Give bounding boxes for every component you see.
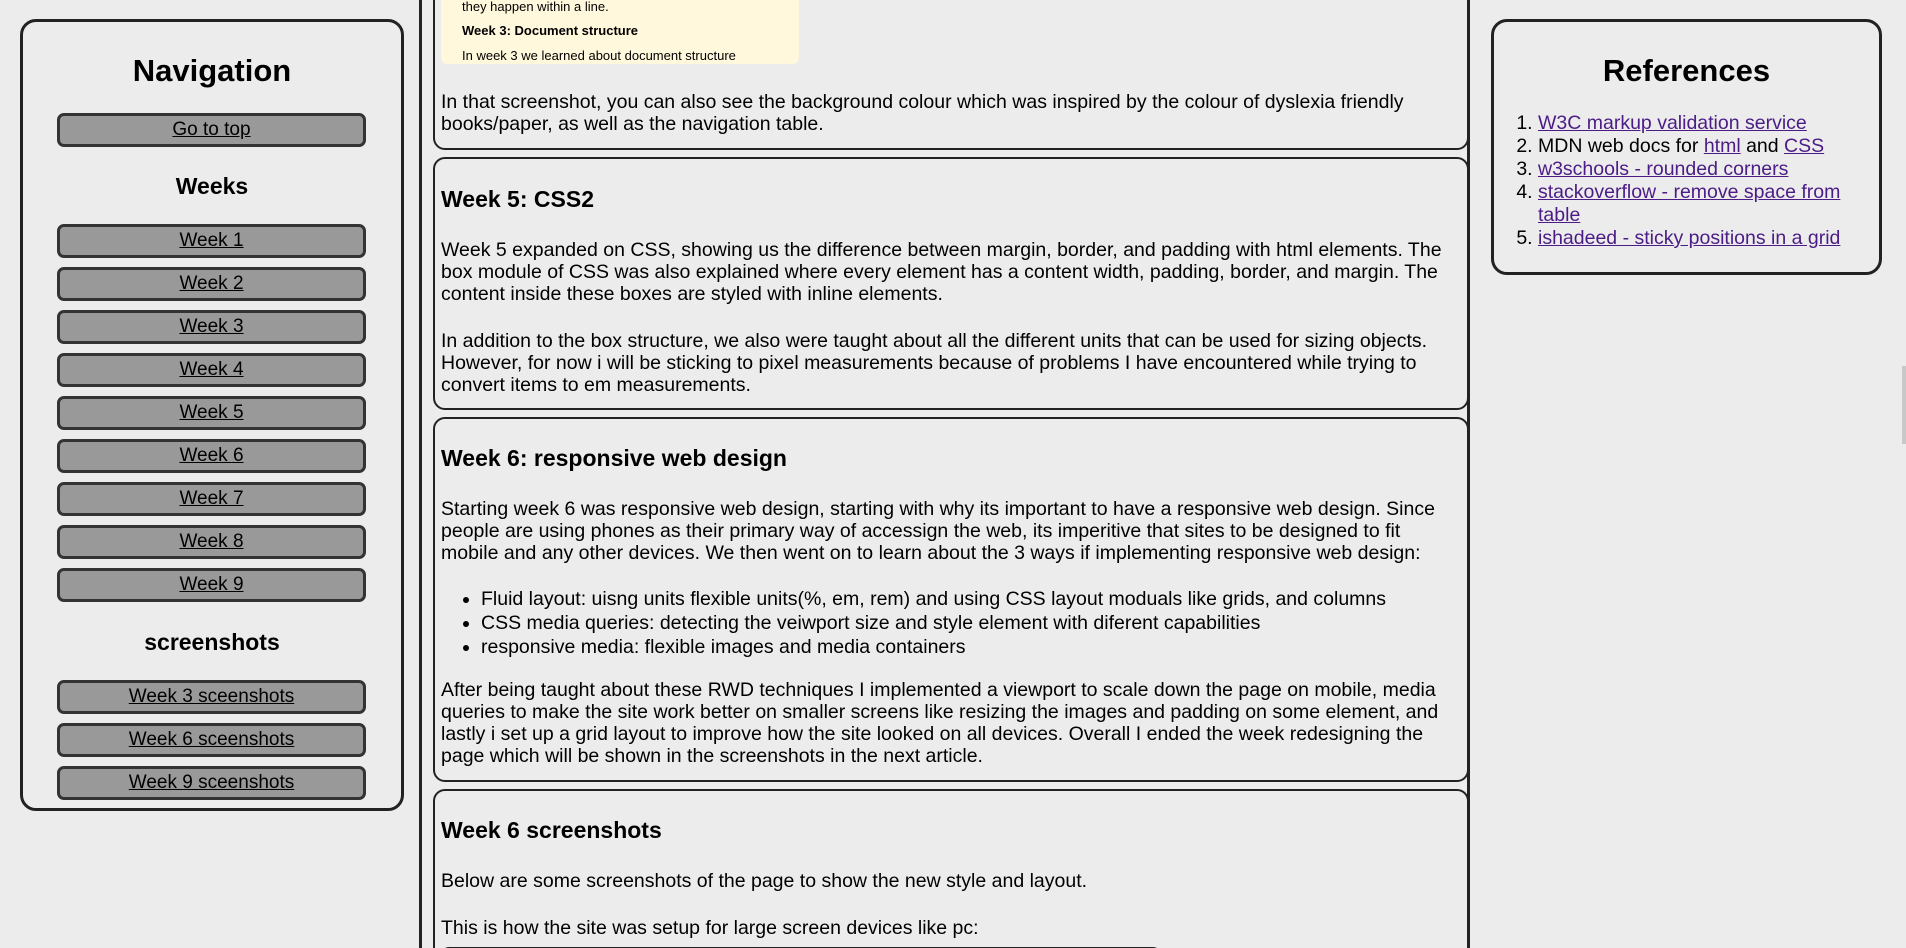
nav-week-3[interactable]: Week 3 [57, 310, 366, 344]
reference-text: MDN web docs for [1538, 135, 1704, 157]
nav-week-8[interactable]: Week 8 [57, 525, 366, 559]
week6-paragraph-2: After being taught about these RWD techn… [441, 679, 1439, 767]
list-item: responsive media: flexible images and me… [481, 635, 1461, 659]
screenshot-image: they happen within a line. Week 3: Docum… [441, 0, 799, 64]
reference-item: MDN web docs for html and CSS [1538, 135, 1878, 158]
w3schools-link[interactable]: w3schools - rounded corners [1538, 158, 1788, 180]
reference-item: W3C markup validation service [1538, 112, 1878, 135]
rwd-list: Fluid layout: uisng units flexible units… [441, 587, 1461, 659]
nav-week-9-screenshots[interactable]: Week 9 sceenshots [57, 766, 366, 800]
reference-item: stackoverflow - remove space from table [1538, 181, 1878, 227]
week6-screenshots-article: Week 6 screenshots Below are some screen… [433, 789, 1469, 948]
week6-article: Week 6: responsive web design Starting w… [433, 417, 1469, 782]
nav-week-4[interactable]: Week 4 [57, 353, 366, 387]
snippet-line: In week 3 we learned about document stru… [462, 48, 736, 63]
weeks-heading: Weeks [175, 173, 249, 199]
go-to-top-button[interactable]: Go to top [57, 113, 366, 147]
references-list: W3C markup validation service MDN web do… [1494, 112, 1878, 250]
reference-text: and [1740, 135, 1785, 157]
week5-paragraph-2: In addition to the box structure, we als… [441, 330, 1428, 396]
nav-week-9[interactable]: Week 9 [57, 568, 366, 602]
week6-screenshots-title: Week 6 screenshots [441, 817, 662, 843]
week6-screenshots-paragraph-2: This is how the site was setup for large… [441, 917, 979, 939]
week5-paragraph-1: Week 5 expanded on CSS, showing us the d… [441, 239, 1442, 305]
week6-paragraph-1: Starting week 6 was responsive web desig… [441, 498, 1435, 564]
nav-week-7[interactable]: Week 7 [57, 482, 366, 516]
screenshots-heading: screenshots [144, 629, 280, 655]
week6-screenshots-paragraph-1: Below are some screenshots of the page t… [441, 870, 1088, 892]
snippet-heading: Week 3: Document structure [462, 23, 639, 38]
mdn-html-link[interactable]: html [1704, 135, 1741, 157]
list-item: Fluid layout: uisng units flexible units… [481, 587, 1461, 611]
week5-article: Week 5: CSS2 Week 5 expanded on CSS, sho… [433, 157, 1469, 410]
references-title: References [1602, 53, 1771, 88]
reference-item: w3schools - rounded corners [1538, 158, 1878, 181]
scrollbar-thumb[interactable] [1902, 366, 1906, 444]
nav-week-1[interactable]: Week 1 [57, 224, 366, 258]
list-item: CSS media queries: detecting the veiwpor… [481, 611, 1461, 635]
mdn-css-link[interactable]: CSS [1784, 135, 1824, 157]
stackoverflow-link[interactable]: stackoverflow - remove space from table [1538, 181, 1840, 226]
nav-week-6-screenshots[interactable]: Week 6 sceenshots [57, 723, 366, 757]
nav-week-6[interactable]: Week 6 [57, 439, 366, 473]
page: Navigation Go to top Weeks Week 1 Week 2… [0, 0, 1906, 948]
nav-week-3-screenshots[interactable]: Week 3 sceenshots [57, 680, 366, 714]
snippet-line: they happen within a line. [462, 0, 609, 14]
nav-week-5[interactable]: Week 5 [57, 396, 366, 430]
ishadeed-link[interactable]: ishadeed - sticky positions in a grid [1538, 227, 1840, 249]
intro-paragraph: In that screenshot, you can also see the… [441, 91, 1404, 135]
nav-week-2[interactable]: Week 2 [57, 267, 366, 301]
week6-title: Week 6: responsive web design [441, 445, 787, 471]
w3c-validator-link[interactable]: W3C markup validation service [1538, 112, 1807, 134]
nav-title: Navigation [132, 53, 292, 88]
reference-item: ishadeed - sticky positions in a grid [1538, 227, 1878, 250]
week5-title: Week 5: CSS2 [441, 186, 594, 212]
references-panel: References W3C markup validation service… [1491, 19, 1882, 275]
navigation-panel: Navigation Go to top Weeks Week 1 Week 2… [20, 19, 404, 811]
